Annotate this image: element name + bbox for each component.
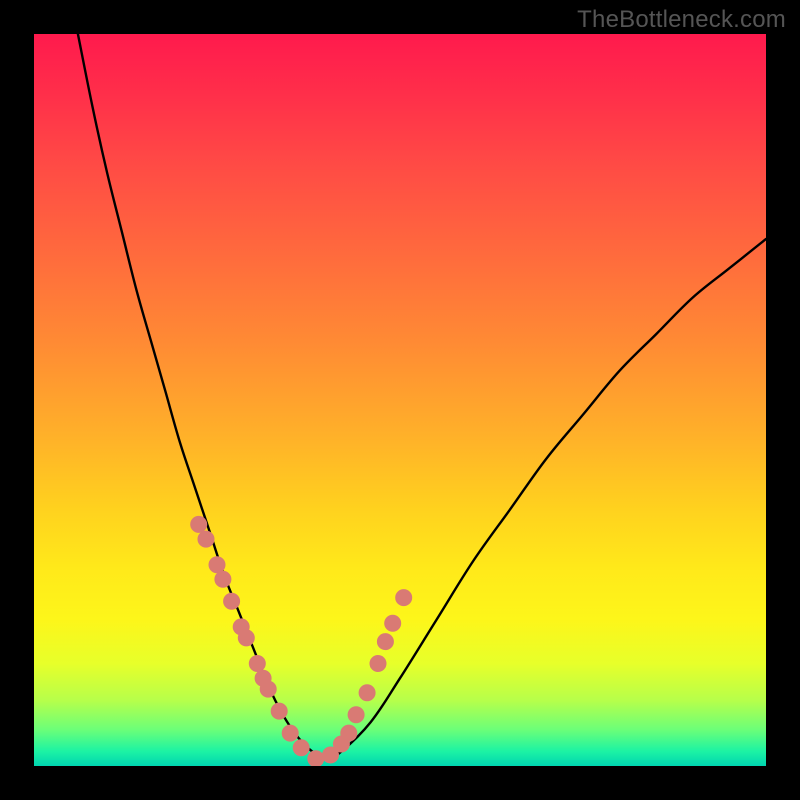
curve-layer — [34, 34, 766, 766]
highlight-dot — [260, 681, 276, 697]
highlight-dot — [191, 516, 207, 532]
highlight-dot — [396, 590, 412, 606]
highlight-dot — [359, 685, 375, 701]
highlight-dot — [293, 740, 309, 756]
highlight-dot — [385, 615, 401, 631]
highlight-dot — [370, 656, 386, 672]
highlight-dot — [282, 725, 298, 741]
highlight-dot — [249, 656, 265, 672]
highlight-dot — [209, 557, 225, 573]
highlight-dots — [191, 516, 412, 766]
highlight-dot — [377, 634, 393, 650]
highlight-dot — [224, 593, 240, 609]
attribution-label: TheBottleneck.com — [577, 6, 786, 34]
highlight-dot — [215, 571, 231, 587]
highlight-dot — [308, 751, 324, 766]
highlight-dot — [341, 725, 357, 741]
chart-frame: TheBottleneck.com — [0, 0, 800, 800]
highlight-dot — [348, 707, 364, 723]
highlight-dot — [271, 703, 287, 719]
highlight-dot — [238, 630, 254, 646]
bottleneck-curve — [78, 34, 766, 759]
plot-area — [34, 34, 766, 766]
highlight-dot — [198, 531, 214, 547]
